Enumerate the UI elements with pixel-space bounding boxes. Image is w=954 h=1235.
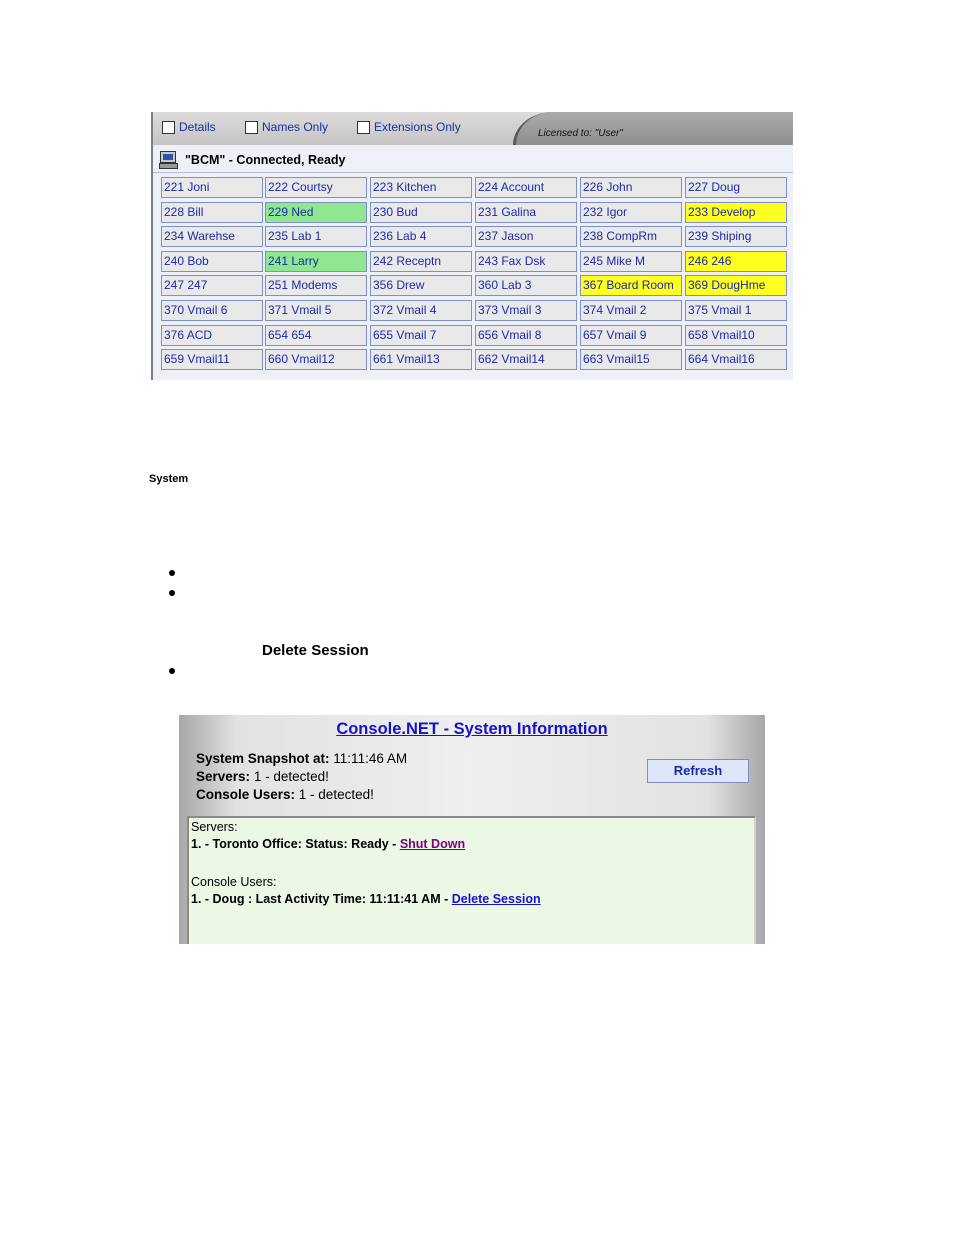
extensions-only-label: Extensions Only xyxy=(374,120,461,134)
extension-button[interactable]: 251 Modems xyxy=(265,275,367,297)
refresh-button[interactable]: Refresh xyxy=(647,759,749,783)
extension-button[interactable]: 223 Kitchen xyxy=(370,177,472,198)
servers-line: Servers: 1 - detected! xyxy=(196,769,329,784)
connection-status-text: "BCM" - Connected, Ready xyxy=(185,153,346,167)
options-toolbar: Details Names Only Extensions Only Licen… xyxy=(153,112,793,145)
extension-button[interactable]: 370 Vmail 6 xyxy=(161,300,263,321)
servers-value: 1 - detected! xyxy=(253,769,329,784)
panel-title[interactable]: Console.NET - System Information xyxy=(179,720,765,739)
connection-status: "BCM" - Connected, Ready xyxy=(159,148,345,172)
extension-button[interactable]: 233 Develop xyxy=(685,201,787,223)
users-line: Console Users: 1 - detected! xyxy=(196,787,374,802)
extension-button[interactable]: 240 Bob xyxy=(161,250,263,272)
extension-button[interactable]: 232 Igor xyxy=(580,201,682,223)
extension-button[interactable]: 242 Receptn xyxy=(370,250,472,272)
extension-button[interactable]: 659 Vmail11 xyxy=(161,349,263,371)
shutdown-link[interactable]: Shut Down xyxy=(400,837,465,851)
extension-button[interactable]: 237 Jason xyxy=(475,226,577,248)
extension-button[interactable]: 227 Doug xyxy=(685,177,787,198)
server-entry-text: 1. - Toronto Office: Status: Ready - xyxy=(191,837,400,851)
bullet xyxy=(169,590,175,596)
computer-icon xyxy=(159,151,178,169)
extension-button[interactable]: 228 Bill xyxy=(161,201,263,223)
checkbox-box[interactable] xyxy=(357,120,370,134)
extension-button[interactable]: 376 ACD xyxy=(161,324,263,346)
extension-button[interactable]: 369 DougHme xyxy=(685,275,787,297)
extension-button[interactable]: 654 654 xyxy=(265,324,367,346)
extension-button[interactable]: 664 Vmail16 xyxy=(685,349,787,371)
snapshot-value: 11:11:46 AM xyxy=(333,751,408,766)
names-only-label: Names Only xyxy=(262,120,329,134)
extension-button[interactable]: 360 Lab 3 xyxy=(475,275,577,297)
extension-button[interactable]: 374 Vmail 2 xyxy=(580,300,682,321)
extension-button[interactable]: 235 Lab 1 xyxy=(265,226,367,248)
users-label: Console Users: xyxy=(196,787,296,802)
details-checkbox[interactable]: Details xyxy=(162,120,216,134)
extension-button[interactable]: 229 Ned xyxy=(265,201,367,223)
extension-button[interactable]: 656 Vmail 8 xyxy=(475,324,577,346)
extension-button[interactable]: 234 Warehse xyxy=(161,226,263,248)
extension-button[interactable]: 375 Vmail 1 xyxy=(685,300,787,321)
extension-button[interactable]: 222 Courtsy xyxy=(265,177,367,198)
extension-button[interactable]: 247 247 xyxy=(161,275,263,297)
extension-button[interactable]: 243 Fax Dsk xyxy=(475,250,577,272)
extension-button[interactable]: 371 Vmail 5 xyxy=(265,300,367,321)
user-entry: 1. - Doug : Last Activity Time: 11:11:41… xyxy=(191,892,541,906)
checkbox-box[interactable] xyxy=(245,120,258,134)
extension-panel: Details Names Only Extensions Only Licen… xyxy=(151,112,793,380)
extension-button[interactable]: 239 Shiping xyxy=(685,226,787,248)
delete-session-heading: Delete Session xyxy=(262,642,369,659)
extension-button[interactable]: 230 Bud xyxy=(370,201,472,223)
extension-button[interactable]: 238 CompRm xyxy=(580,226,682,248)
extension-button[interactable]: 231 Galina xyxy=(475,201,577,223)
extension-button[interactable]: 662 Vmail14 xyxy=(475,349,577,371)
servers-label: Servers: xyxy=(196,769,251,784)
server-entry: 1. - Toronto Office: Status: Ready - Shu… xyxy=(191,837,465,851)
extension-button[interactable]: 373 Vmail 3 xyxy=(475,300,577,321)
extension-button[interactable]: 658 Vmail10 xyxy=(685,324,787,346)
extension-button[interactable]: 661 Vmail13 xyxy=(370,349,472,371)
extension-button[interactable]: 226 John xyxy=(580,177,682,198)
names-only-checkbox[interactable]: Names Only xyxy=(245,120,328,134)
extension-button[interactable]: 655 Vmail 7 xyxy=(370,324,472,346)
info-box: Servers: 1. - Toronto Office: Status: Re… xyxy=(187,816,756,944)
checkbox-box[interactable] xyxy=(162,120,175,134)
extension-button[interactable]: 236 Lab 4 xyxy=(370,226,472,248)
extensions-only-checkbox[interactable]: Extensions Only xyxy=(357,120,461,134)
extension-button[interactable]: 372 Vmail 4 xyxy=(370,300,472,321)
system-information-panel: Console.NET - System Information System … xyxy=(179,715,765,944)
users-heading: Console Users: xyxy=(191,875,277,889)
license-text: Licensed to: "User" xyxy=(538,128,623,139)
extension-button[interactable]: 221 Joni xyxy=(161,177,263,198)
servers-heading: Servers: xyxy=(191,820,238,834)
extension-button[interactable]: 663 Vmail15 xyxy=(580,349,682,371)
extension-button[interactable]: 367 Board Room xyxy=(580,275,682,297)
bullet xyxy=(169,668,175,674)
delete-session-link[interactable]: Delete Session xyxy=(452,892,541,906)
extension-button[interactable]: 657 Vmail 9 xyxy=(580,324,682,346)
extension-button[interactable]: 224 Account xyxy=(475,177,577,198)
user-entry-text: 1. - Doug : Last Activity Time: 11:11:41… xyxy=(191,892,452,906)
extension-button[interactable]: 356 Drew xyxy=(370,275,472,297)
extension-button[interactable]: 241 Larry xyxy=(265,250,367,272)
extension-button[interactable]: 245 Mike M xyxy=(580,250,682,272)
snapshot-label: System Snapshot at: xyxy=(196,751,330,766)
extension-button[interactable]: 246 246 xyxy=(685,250,787,272)
users-value: 1 - detected! xyxy=(298,787,374,802)
snapshot-line: System Snapshot at: 11:11:46 AM xyxy=(196,751,407,766)
divider xyxy=(153,172,793,173)
extension-button[interactable]: 660 Vmail12 xyxy=(265,349,367,371)
bullet xyxy=(169,570,175,576)
details-label: Details xyxy=(179,120,216,134)
system-heading: System xyxy=(149,473,189,485)
